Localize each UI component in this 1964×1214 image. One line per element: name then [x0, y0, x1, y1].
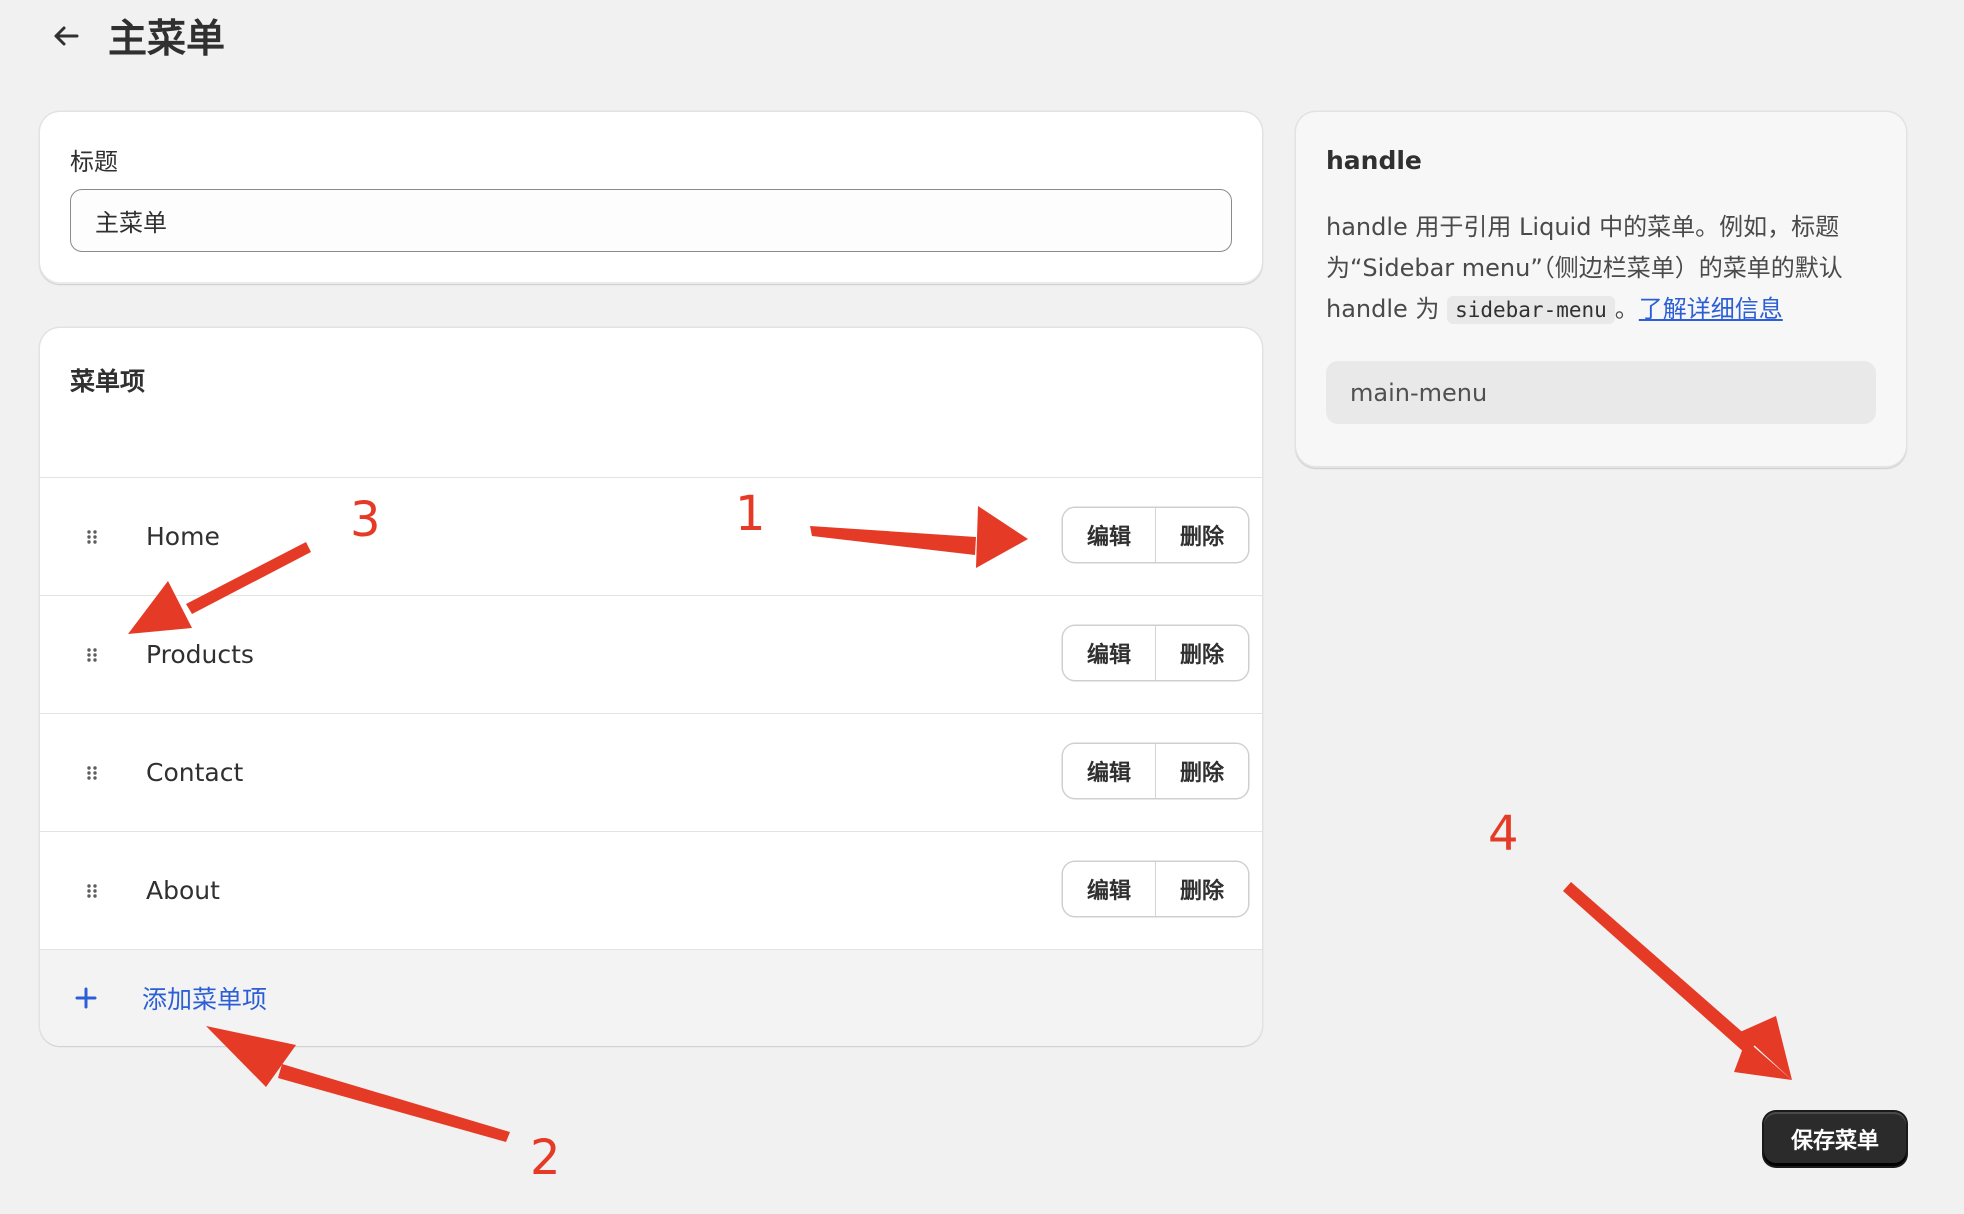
drag-handle-icon[interactable]: [74, 519, 110, 555]
delete-button[interactable]: 删除: [1155, 744, 1248, 798]
back-button[interactable]: [48, 18, 84, 54]
title-field-label: 标题: [70, 148, 118, 176]
menu-items-header: 菜单项: [40, 328, 1262, 478]
menu-item-home: Home 编辑 删除: [40, 478, 1262, 596]
menu-item-label: Home: [146, 522, 220, 551]
title-input[interactable]: [70, 189, 1232, 252]
menu-item-contact: Contact 编辑 删除: [40, 714, 1262, 832]
drag-handle-icon[interactable]: [74, 873, 110, 909]
menu-items-title: 菜单项: [70, 367, 146, 396]
edit-button[interactable]: 编辑: [1063, 508, 1155, 562]
menu-item-label: Contact: [146, 758, 244, 787]
handle-description-period: 。: [1614, 295, 1639, 323]
save-menu-button[interactable]: 保存菜单: [1764, 1112, 1906, 1166]
edit-button[interactable]: 编辑: [1063, 744, 1155, 798]
menu-item-about: About 编辑 删除: [40, 832, 1262, 950]
delete-button[interactable]: 删除: [1155, 862, 1248, 916]
page-title: 主菜单: [108, 17, 226, 62]
arrow-left-icon: [54, 26, 79, 46]
handle-input[interactable]: [1326, 361, 1876, 424]
menu-item-label: About: [146, 876, 220, 905]
menu-items-card: 菜单项 Home 编辑 删除 Products 编辑 删除 Contact 编辑…: [40, 328, 1262, 1046]
handle-title: handle: [1326, 146, 1422, 175]
annotation-arrow-4: [1563, 882, 1792, 1080]
delete-button[interactable]: 删除: [1155, 508, 1248, 562]
handle-card: handle handle 用于引用 Liquid 中的菜单。例如，标题为“Si…: [1296, 112, 1906, 468]
annotation-label-2: 2: [530, 1130, 561, 1186]
add-menu-item-button[interactable]: 添加菜单项: [40, 950, 1262, 1046]
menu-item-actions: 编辑 删除: [1063, 508, 1248, 562]
menu-item-products: Products 编辑 删除: [40, 596, 1262, 714]
title-card: 标题: [40, 112, 1262, 284]
add-menu-item-label: 添加菜单项: [142, 985, 268, 1014]
plus-icon: [68, 980, 104, 1016]
edit-button[interactable]: 编辑: [1063, 626, 1155, 680]
handle-description: handle 用于引用 Liquid 中的菜单。例如，标题为“Sidebar m…: [1326, 207, 1876, 331]
annotation-label-1: 1: [735, 486, 766, 542]
learn-more-link[interactable]: 了解详细信息: [1639, 295, 1783, 323]
menu-item-actions: 编辑 删除: [1063, 744, 1248, 798]
menu-item-label: Products: [146, 640, 254, 669]
handle-code-example: sidebar-menu: [1447, 296, 1615, 324]
drag-handle-icon[interactable]: [74, 755, 110, 791]
annotation-label-3: 3: [350, 492, 381, 548]
menu-item-actions: 编辑 删除: [1063, 862, 1248, 916]
drag-handle-icon[interactable]: [74, 637, 110, 673]
annotation-label-4: 4: [1488, 806, 1519, 862]
edit-button[interactable]: 编辑: [1063, 862, 1155, 916]
page-header: 主菜单: [48, 6, 225, 66]
delete-button[interactable]: 删除: [1155, 626, 1248, 680]
menu-item-actions: 编辑 删除: [1063, 626, 1248, 680]
